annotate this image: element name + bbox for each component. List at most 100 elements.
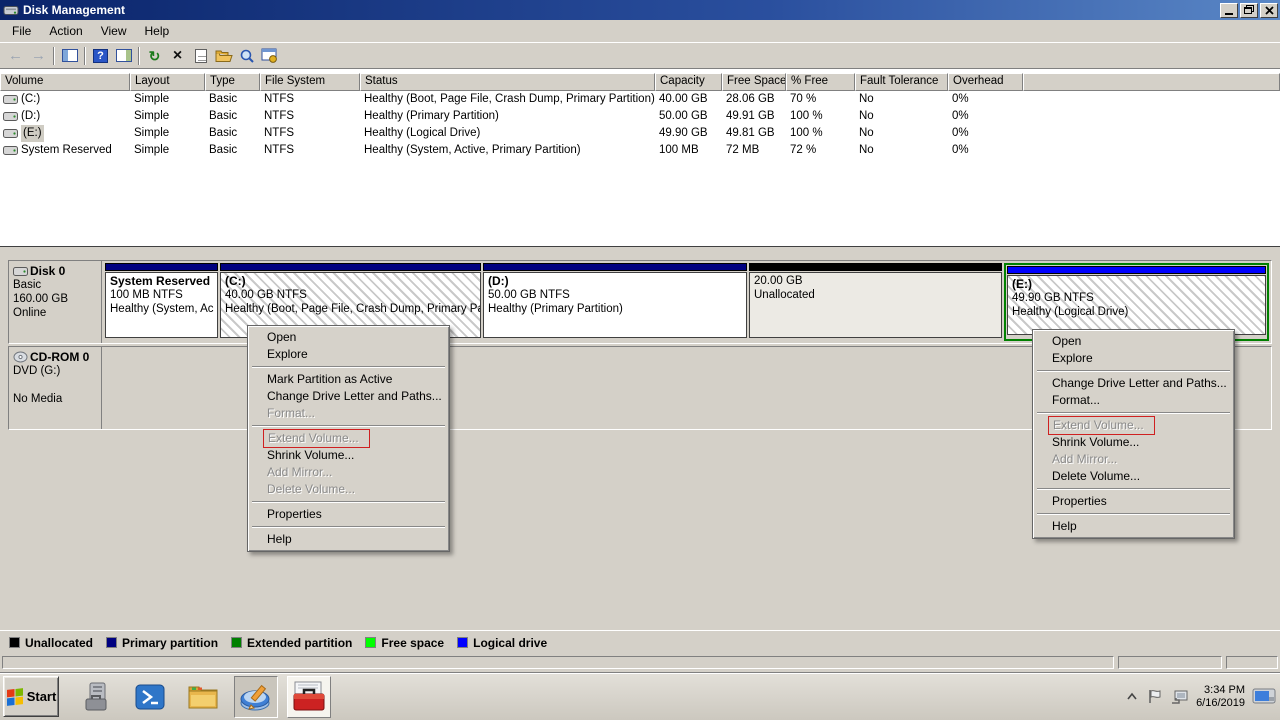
volume-row-c[interactable]: (C:) Simple Basic NTFS Healthy (Boot, Pa… (0, 91, 1280, 108)
forward-button[interactable]: → (27, 45, 50, 66)
taskbar-powershell-button[interactable] (128, 676, 172, 718)
partition-d[interactable]: (D:) 50.00 GB NTFS Healthy (Primary Part… (483, 263, 747, 341)
disk0-panel[interactable]: Disk 0 Basic 160.00 GB Online (9, 261, 102, 343)
volume-icon (3, 145, 18, 156)
display-icon[interactable] (1252, 688, 1276, 706)
minimize-button[interactable] (1220, 3, 1238, 18)
legend-swatch-unallocated (9, 637, 20, 648)
back-button[interactable]: ← (4, 45, 27, 66)
menu-file[interactable]: File (3, 21, 40, 41)
partition-unallocated[interactable]: 20.00 GB Unallocated (749, 263, 1002, 341)
menu-separator (252, 501, 445, 503)
menu-item-change-drive-letter[interactable]: Change Drive Letter and Paths... (1035, 375, 1232, 392)
volume-icon (3, 94, 18, 105)
column-header-status[interactable]: Status (360, 73, 655, 91)
open-button[interactable] (212, 45, 235, 66)
delete-icon: × (173, 48, 182, 64)
tray-date: 6/16/2019 (1196, 697, 1245, 710)
legend: Unallocated Primary partition Extended p… (0, 630, 1280, 654)
properties-button[interactable] (189, 45, 212, 66)
find-button[interactable] (235, 45, 258, 66)
column-header-layout[interactable]: Layout (130, 73, 205, 91)
cdrom0-panel[interactable]: CD-ROM 0 DVD (G:) No Media (9, 347, 102, 429)
column-header-volume[interactable]: Volume (0, 73, 130, 91)
splitter[interactable] (0, 246, 1280, 254)
manage-extension-button[interactable] (258, 45, 281, 66)
menu-view[interactable]: View (92, 21, 136, 41)
taskbar-server-manager-button[interactable] (75, 676, 119, 718)
legend-swatch-extended-partition (231, 637, 242, 648)
menu-item-mark-partition-active[interactable]: Mark Partition as Active (250, 371, 447, 388)
disk-pencil-icon (239, 681, 273, 713)
legend-item-logical-drive: Logical drive (457, 636, 547, 650)
partition-color-strip (105, 263, 218, 271)
toolbar: ← → ? ↻ × (0, 43, 1280, 69)
menu-item-properties[interactable]: Properties (1035, 493, 1232, 510)
menu-item-help[interactable]: Help (250, 531, 447, 548)
column-header-pct-free[interactable]: % Free (786, 73, 855, 91)
disk0-state: Online (13, 306, 97, 320)
cdrom0-state: No Media (13, 392, 97, 406)
menu-item-explore[interactable]: Explore (250, 346, 447, 363)
taskbar-toolbox-button[interactable] (287, 676, 331, 718)
taskbar: Start (0, 672, 1280, 720)
menu-separator (252, 425, 445, 427)
close-button[interactable] (1260, 3, 1278, 18)
menu-item-shrink-volume[interactable]: Shrink Volume... (250, 447, 447, 464)
help-button[interactable]: ? (89, 45, 112, 66)
network-icon[interactable] (1170, 689, 1189, 705)
disk0-type: Basic (13, 278, 97, 292)
column-header-overhead[interactable]: Overhead (948, 73, 1023, 91)
disk-icon (13, 266, 28, 277)
column-header-fault-tolerance[interactable]: Fault Tolerance (855, 73, 948, 91)
menu-item-open[interactable]: Open (250, 329, 447, 346)
column-header-free-space[interactable]: Free Space (722, 73, 786, 91)
menu-action[interactable]: Action (40, 21, 91, 41)
column-header-file-system[interactable]: File System (260, 73, 360, 91)
partition-system-reserved[interactable]: System Reserved 100 MB NTFS Healthy (Sys… (105, 263, 218, 341)
menu-item-extend-volume: Extend Volume... (1035, 417, 1232, 434)
disk0-size: 160.00 GB (13, 292, 97, 306)
restore-button[interactable] (1240, 3, 1258, 18)
taskbar-disk-management-button[interactable] (234, 676, 278, 718)
toolbar-separator (84, 47, 86, 65)
menu-item-explore[interactable]: Explore (1035, 350, 1232, 367)
taskbar-file-explorer-button[interactable] (181, 676, 225, 718)
column-header-capacity[interactable]: Capacity (655, 73, 722, 91)
menu-separator (252, 366, 445, 368)
taskbar-icons (75, 676, 331, 718)
menu-item-format[interactable]: Format... (1035, 392, 1232, 409)
action-pane-icon (116, 49, 132, 62)
show-hidden-icons-chevron-icon[interactable] (1125, 690, 1139, 704)
toolbar-separator (53, 47, 55, 65)
volume-row-e[interactable]: (E:) Simple Basic NTFS Healthy (Logical … (0, 125, 1280, 142)
show-action-pane-button[interactable] (112, 45, 135, 66)
refresh-button[interactable]: ↻ (143, 45, 166, 66)
volume-row-d[interactable]: (D:) Simple Basic NTFS Healthy (Primary … (0, 108, 1280, 125)
menu-separator (252, 526, 445, 528)
menu-item-properties[interactable]: Properties (250, 506, 447, 523)
title-bar[interactable]: Disk Management (0, 0, 1280, 20)
find-icon (239, 48, 255, 64)
menu-separator (1037, 513, 1230, 515)
menu-item-open[interactable]: Open (1035, 333, 1232, 350)
menu-help[interactable]: Help (136, 21, 179, 41)
column-header-filler (1023, 73, 1280, 91)
delete-button[interactable]: × (166, 45, 189, 66)
menu-item-help[interactable]: Help (1035, 518, 1232, 535)
start-label: Start (27, 689, 57, 704)
legend-item-free-space: Free space (365, 636, 444, 650)
show-console-tree-button[interactable] (58, 45, 81, 66)
start-button[interactable]: Start (3, 676, 59, 717)
menu-item-change-drive-letter[interactable]: Change Drive Letter and Paths... (250, 388, 447, 405)
server-manager-icon (81, 681, 113, 713)
powershell-icon (134, 682, 166, 712)
context-menu-e: Open Explore Change Drive Letter and Pat… (1032, 329, 1235, 539)
clock[interactable]: 3:34 PM 6/16/2019 (1196, 684, 1245, 710)
volume-row-system-reserved[interactable]: System Reserved Simple Basic NTFS Health… (0, 142, 1280, 159)
cdrom0-type: DVD (G:) (13, 364, 97, 378)
menu-item-delete-volume[interactable]: Delete Volume... (1035, 468, 1232, 485)
action-center-flag-icon[interactable] (1146, 688, 1163, 705)
menu-item-shrink-volume[interactable]: Shrink Volume... (1035, 434, 1232, 451)
column-header-type[interactable]: Type (205, 73, 260, 91)
